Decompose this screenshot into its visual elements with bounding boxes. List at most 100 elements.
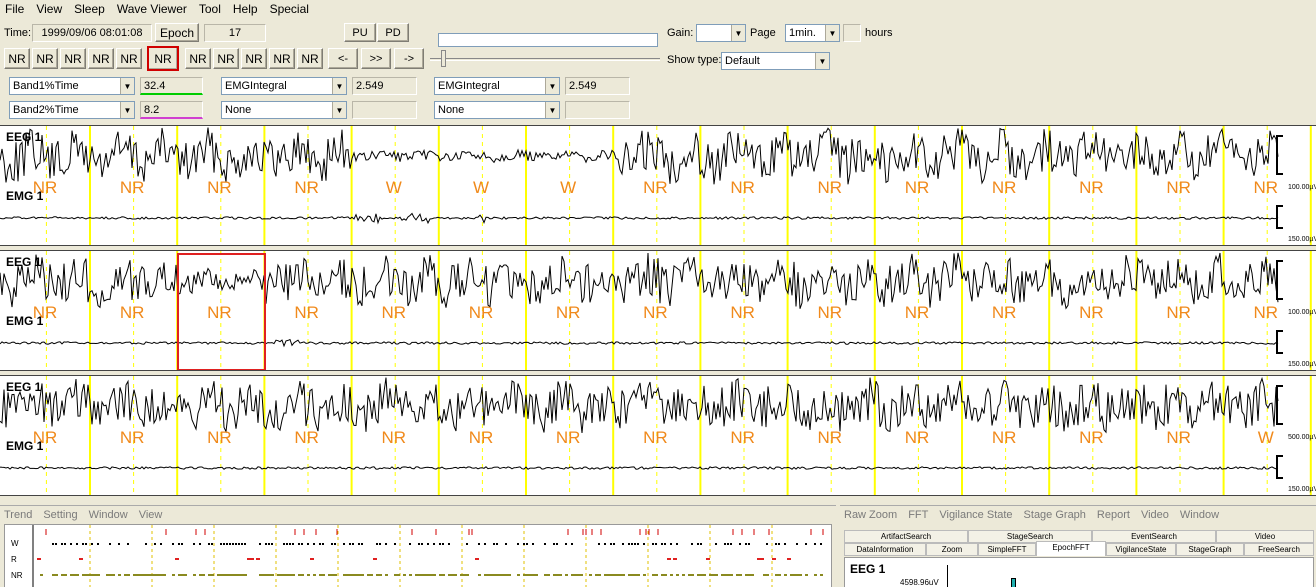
menu-help[interactable]: Help [233,2,258,16]
hypnogram-nr-mark [691,574,694,576]
page-down-button[interactable]: PD [377,23,409,42]
hypnogram-nr-mark [262,574,265,576]
menu-sleep[interactable]: Sleep [74,2,105,16]
trend-panel: Trend Setting Window View W R NR [0,505,836,587]
tab-stage-graph[interactable]: StageGraph [1176,543,1244,556]
menu-video[interactable]: Video [1141,509,1169,521]
waveform-panel-2[interactable]: NR NR NR NR NR NR NR NR NR NR NR NR NR NR NR EEG 1 EMG 1… [0,250,1316,371]
stage-label: NR [120,428,145,447]
hypnogram-w-mark [223,543,225,545]
next-button[interactable]: -> [394,48,424,69]
tab-vigilance-state[interactable]: VigilanceState [1106,543,1176,556]
scale-label: 100.00µV [1288,184,1316,191]
tab-zoom[interactable]: Zoom [926,543,978,556]
stage-button-nr[interactable]: NR [269,48,295,69]
epoch-button[interactable]: Epoch [155,23,199,42]
band1-select[interactable]: Band1%Time ▼ [9,77,135,95]
time-label: Time: [4,27,32,39]
hypnogram-nr-mark [439,574,442,576]
chevron-down-icon: ▼ [332,102,346,118]
gain-select[interactable]: ▼ [696,24,746,42]
stage-button-nr[interactable]: NR [4,48,30,69]
hypnogram-nr-mark [652,574,655,576]
hours-field[interactable] [843,24,861,42]
menu-file[interactable]: File [5,2,24,16]
page-select[interactable]: 1min. ▼ [785,24,840,42]
hypnogram-w-mark [661,543,663,545]
scale-bar-icon [1276,330,1283,354]
stage-button-nr[interactable]: NR [32,48,58,69]
hypnogram-nr-mark [430,574,433,576]
waveform-panel-1[interactable]: NR NR NR NR W W W NR NR NR NR NR NR NR NR EEG 1 EMG 1 100… [0,125,1316,246]
menu-view[interactable]: View [36,2,62,16]
position-slider-thumb[interactable] [441,50,446,67]
stage-button-nr[interactable]: NR [185,48,211,69]
hypnogram-nr-mark [724,574,727,576]
prev-button[interactable]: <- [328,48,358,69]
hypnogram-w-mark [556,543,558,545]
stage-button-nr[interactable]: NR [60,48,86,69]
menu-tool[interactable]: Tool [199,2,221,16]
menu-raw-zoom[interactable]: Raw Zoom [844,509,897,521]
hypnogram-nr-mark [655,574,658,576]
menu-report[interactable]: Report [1097,509,1130,521]
param5-select[interactable]: None ▼ [221,101,347,119]
stage-button-nr[interactable]: NR [297,48,323,69]
hypnogram-w-mark [208,543,210,545]
tab-event-search[interactable]: EventSearch [1092,530,1216,543]
tab-free-search[interactable]: FreeSearch [1244,543,1314,556]
param2-select[interactable]: EMGIntegral ▼ [221,77,347,95]
tab-data-information[interactable]: DataInformation [844,543,926,556]
hypnogram-w-mark [319,543,321,545]
hypnogram-w-mark [676,543,678,545]
menu-view[interactable]: View [139,509,163,521]
stage-button-nr[interactable]: NR [241,48,267,69]
stage-button-nr[interactable]: NR [88,48,114,69]
stage-button-nr[interactable]: NR [213,48,239,69]
hypnogram-nr-mark [736,574,739,576]
stage-label: NR [1254,178,1279,197]
menu-stage-graph[interactable]: Stage Graph [1024,509,1086,521]
hypnogram-nr-mark [730,574,733,576]
menu-fft[interactable]: FFT [908,509,928,521]
showtype-select[interactable]: Default ▼ [721,52,830,70]
position-slider-track[interactable] [430,58,660,61]
hypnogram-w-mark [349,543,351,545]
tab-simple-fft[interactable]: SimpleFFT [978,543,1036,556]
hypnogram-w-mark [517,543,519,545]
menu-vigilance-state[interactable]: Vigilance State [939,509,1012,521]
hypnogram-nr-mark [595,574,598,576]
stage-label: NR [469,303,494,322]
param6-select[interactable]: None ▼ [434,101,560,119]
menu-special[interactable]: Special [270,2,309,16]
stage-button-nr[interactable]: NR [116,48,142,69]
menu-setting[interactable]: Setting [43,509,77,521]
tab-artifact-search[interactable]: ArtifactSearch [844,530,968,543]
hypnogram-w-mark [220,543,222,545]
hypnogram-nr-mark [88,574,91,576]
hypnogram-w-mark [652,543,654,545]
page-up-button[interactable]: PU [344,23,376,42]
hypnogram-w-mark [448,543,450,545]
hypnogram-nr-mark [577,574,580,576]
tab-epoch-fft[interactable]: EpochFFT [1036,541,1106,556]
waveform-panel-3[interactable]: NR NR NR NR NR NR NR NR NR NR NR NR NR NR W EEG 1 EMG 15… [0,375,1316,496]
band2-select[interactable]: Band2%Time ▼ [9,101,135,119]
hypnogram-w-mark [796,543,798,545]
tab-video[interactable]: Video [1216,530,1314,543]
menu-trend[interactable]: Trend [4,509,32,521]
hypnogram-nr-mark [565,574,568,576]
stage-button-current[interactable]: NR [147,46,179,71]
menu-window[interactable]: Window [89,509,128,521]
hypnogram-w-mark [613,543,615,545]
fast-forward-button[interactable]: >> [361,48,391,69]
hypnogram-w-mark [229,543,231,545]
chevron-down-icon: ▼ [120,102,134,118]
menu-wave-viewer[interactable]: Wave Viewer [117,2,187,16]
hypnogram-area[interactable]: W R NR [4,524,832,587]
menu-window[interactable]: Window [1180,509,1219,521]
hypnogram-w-mark [442,543,444,545]
hypnogram-nr-mark [451,574,454,576]
hypnogram-nr-mark [559,574,562,576]
param3-select[interactable]: EMGIntegral ▼ [434,77,560,95]
